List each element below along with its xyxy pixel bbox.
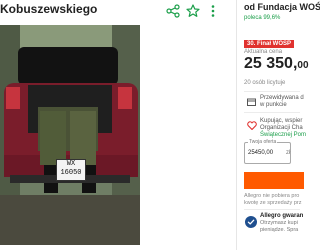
star-icon[interactable] (186, 4, 200, 18)
delivery-info: Przewidywana d w punkcie (260, 95, 304, 109)
more-options-icon[interactable] (210, 4, 216, 18)
wosp-badge: 30. Finał WOŚP (244, 40, 295, 48)
price-main: 25 350, (244, 55, 298, 72)
charity-link[interactable]: Świątecznej Pom (260, 132, 306, 139)
license-plate-line2: 16050 (60, 169, 82, 177)
disclaimer-line1: Allegro nie pobiera pro (244, 193, 300, 199)
delivery-line1: Przewidywana d (260, 95, 304, 101)
license-plate-line1: WX (66, 160, 76, 168)
bid-amount-label: Twoja oferta (248, 139, 278, 145)
place-bid-button[interactable] (244, 172, 304, 189)
license-plate: WX 16050 (56, 159, 86, 181)
guarantee-line1: Otrzymasz kupi (260, 220, 298, 226)
section-divider (244, 91, 300, 92)
current-price: 25 350,00 (244, 55, 309, 73)
seller-name[interactable]: od Fundacja WOŚ (244, 2, 320, 12)
seller-recommend-rate: poleca 99,6% (244, 15, 281, 21)
charity-line2: Organizacji Cha (260, 125, 303, 131)
section-divider (244, 209, 300, 210)
bid-amount-value[interactable]: 25450,00 (248, 150, 273, 156)
listing-title: Kobuszewskiego (0, 2, 98, 16)
guarantee-text: Otrzymasz kupi pieniądze. Spra (260, 220, 298, 234)
fee-disclaimer: Allegro nie pobiera pro kwotę ze sprzeda… (244, 193, 301, 207)
share-icon[interactable] (166, 4, 180, 18)
section-divider (244, 112, 300, 113)
package-icon (247, 98, 256, 106)
disclaimer-line2: kwotę ze sprzedaży prz (244, 200, 302, 206)
guarantee-line2: pieniądze. Spra (260, 227, 299, 233)
delivery-line2: w punkcie (260, 102, 287, 108)
guarantee-title: Allegro gwaran (260, 213, 304, 219)
price-fraction: 00 (297, 60, 309, 71)
allegro-guarantee-icon (245, 216, 257, 228)
heart-icon (247, 121, 257, 130)
bidders-count: 20 osób licytuje (244, 80, 286, 86)
charity-info: Kupując, wspier Organizacji Cha Świątecz… (260, 118, 306, 139)
charity-line1: Kupując, wspier (260, 118, 303, 124)
product-photo[interactable]: WX 16050 (0, 25, 140, 245)
panel-divider (236, 0, 237, 250)
photo-scene (0, 25, 140, 245)
currency-label: zł (286, 150, 291, 156)
